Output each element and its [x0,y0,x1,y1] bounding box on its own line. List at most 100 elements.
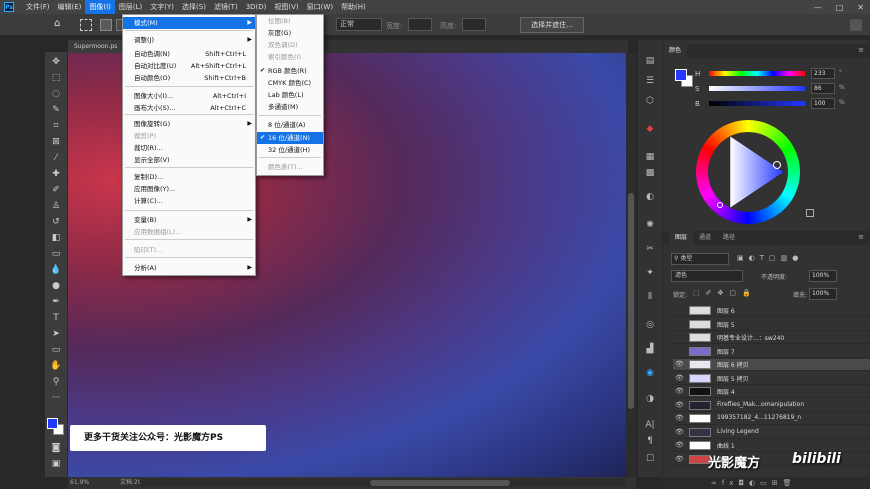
glyphs-icon[interactable]: ☐ [643,452,657,466]
image-menu-item[interactable]: 自动颜色(O) Shift+Ctrl+B [123,72,255,84]
brightness-icon[interactable]: ✺ [643,218,657,232]
filter-icons[interactable]: ▣◐T▢▥● [737,254,803,262]
visibility-eye-icon[interactable]: 👁 [675,374,684,382]
frame-tool-icon[interactable]: ⊠ [49,136,63,148]
hand-tool-icon[interactable]: ✋ [49,360,63,372]
link-icon[interactable]: ∞ [711,479,722,487]
mode-menu-item[interactable]: 灰度(G) [257,27,323,39]
layer-row[interactable]: 图层 7 [673,346,870,358]
brush-tool-icon[interactable]: ✐ [49,184,63,196]
mode-menu-item[interactable]: ✔ 16 位/通道(N) [257,132,323,144]
opacity-input[interactable]: 100% [809,270,837,282]
history-brush-icon[interactable]: ↺ [49,216,63,228]
menu-item[interactable]: 帮助(H) [337,0,370,14]
adjustments-icon[interactable]: ◐ [643,190,657,204]
home-icon[interactable]: ⌂ [54,18,68,32]
color-slider-row[interactable]: H 233 ° [695,68,865,80]
menu-item[interactable]: 图层(L) [115,0,146,14]
image-menu-item[interactable]: 计算(C)... [123,195,255,207]
color-slider-row[interactable]: B 100% [695,98,865,110]
menu-item[interactable]: 视图(V) [270,0,302,14]
navigator-icon[interactable]: ◎ [643,318,657,332]
mode-menu-item[interactable]: CMYK 颜色(C) [257,77,323,89]
height-field[interactable] [462,18,486,31]
panel-menu-icon[interactable]: ≡ [858,233,864,241]
layer-row[interactable]: 👁 Living Legend [673,427,870,439]
paragraph-panel-icon[interactable]: ⫴ [643,290,657,304]
dodge-tool-icon[interactable]: ● [49,280,63,292]
color-marker[interactable] [717,202,723,208]
color-foreground-swatch[interactable] [675,69,687,81]
new-layer-icon[interactable]: ⊞ [772,479,783,487]
menu-item[interactable]: 选择(S) [178,0,210,14]
mask-icon[interactable]: ◘ [738,479,749,487]
slider-value-input[interactable]: 100 [811,98,835,109]
adjust-panel-icon[interactable]: ☰ [643,74,657,88]
layer-row[interactable]: 👁 图层 5 拷贝 [673,373,870,385]
visibility-eye-icon[interactable]: 👁 [675,455,684,463]
move-tool-icon[interactable]: ✥ [49,56,63,68]
blend-mode-select[interactable]: 滤色 [671,270,743,282]
close-button[interactable]: ✕ [857,3,864,12]
visibility-eye-icon[interactable]: 👁 [675,414,684,422]
maximize-button[interactable]: □ [836,3,844,12]
swatches-icon[interactable]: ▦ [643,150,657,164]
layer-row[interactable]: 👁 图层 4 [673,386,870,398]
layer-row[interactable]: 👁 Fireflies_Mak...omanipulation [673,400,870,412]
hue-marker[interactable] [773,161,781,169]
slider-track[interactable] [709,101,805,106]
horizontal-scrollbar[interactable] [140,479,626,487]
slider-value-input[interactable]: 86 [811,83,835,94]
menu-item[interactable]: 编辑(E) [54,0,86,14]
eyedropper-tool-icon[interactable]: ⁄ [49,152,63,164]
screen-mode-icon[interactable]: ▣ [49,458,63,470]
slider-track[interactable] [709,71,805,76]
gradient-tool-icon[interactable]: ▭ [49,248,63,260]
slider-value-input[interactable]: 233 [811,68,835,79]
quick-mask-icon[interactable]: ◙ [49,442,63,454]
image-menu-item[interactable]: 自动对比度(U) Alt+Shift+Ctrl+L [123,60,255,72]
select-and-mask-button[interactable]: 选择并遮住... [520,17,584,33]
mode-menu-item[interactable]: 32 位/通道(H) [257,144,323,156]
tab-paths[interactable]: 路径 [717,231,741,245]
mode-menu-item[interactable]: 8 位/通道(A) [257,119,323,131]
scroll-thumb[interactable] [628,193,634,409]
visibility-eye-icon[interactable]: 👁 [675,441,684,449]
color-wheel-icon[interactable]: ◉ [643,366,657,380]
mode-menu-item[interactable]: 多通道(M) [257,101,323,113]
new-selection-icon[interactable] [100,19,112,31]
brush-settings-icon[interactable]: ✦ [643,266,657,280]
clone-stamp-icon[interactable]: ♙ [49,200,63,212]
image-menu-item[interactable]: 模式(M) ▶ [123,17,255,29]
type-tool-icon[interactable]: T [49,312,63,324]
visibility-eye-icon[interactable]: 👁 [675,360,684,368]
vertical-scrollbar[interactable] [626,53,636,477]
image-menu-item[interactable]: 图像大小(I)... Alt+Ctrl+I [123,90,255,102]
zoom-tool-icon[interactable]: ⚲ [49,376,63,388]
slider-track[interactable] [709,86,805,91]
layer-row[interactable]: 图层 5 [673,319,870,331]
image-menu-item[interactable]: 调整(J) ▶ [123,34,255,46]
crop-tool-icon[interactable]: ⌗ [49,120,63,132]
document-tab[interactable]: Supermoon.ps [68,40,128,53]
blur-tool-icon[interactable]: 💧 [49,264,63,276]
foreground-color-swatch[interactable] [47,418,58,429]
minimize-button[interactable]: — [814,3,822,12]
shape-tool-icon[interactable]: ▭ [49,344,63,356]
timeline-icon[interactable]: ▟ [643,342,657,356]
lock-icons[interactable]: ⬚✐✥▢🔒 [693,289,757,297]
color-slider-row[interactable]: S 86% [695,83,865,95]
healing-brush-icon[interactable]: ✚ [49,168,63,180]
history-panel-icon[interactable]: ▤ [643,54,657,68]
pen-tool-icon[interactable]: ✒ [49,296,63,308]
panel-menu-icon[interactable]: ≡ [858,46,864,54]
mode-menu-item[interactable]: ✔ RGB 颜色(R) [257,65,323,77]
menu-item[interactable]: 文件(F) [22,0,54,14]
tab-channels[interactable]: 通道 [693,231,717,245]
layer-row[interactable]: 👁 图层 6 拷贝 [673,359,870,371]
layer-row[interactable]: 明基专业设计...：sw240 [673,332,870,344]
3d-panel-icon[interactable]: ⬡ [643,94,657,108]
adjustment-icon[interactable]: ◐ [749,479,760,487]
image-menu-item[interactable]: 图像旋转(G) ▶ [123,118,255,130]
visibility-eye-icon[interactable]: 👁 [675,387,684,395]
